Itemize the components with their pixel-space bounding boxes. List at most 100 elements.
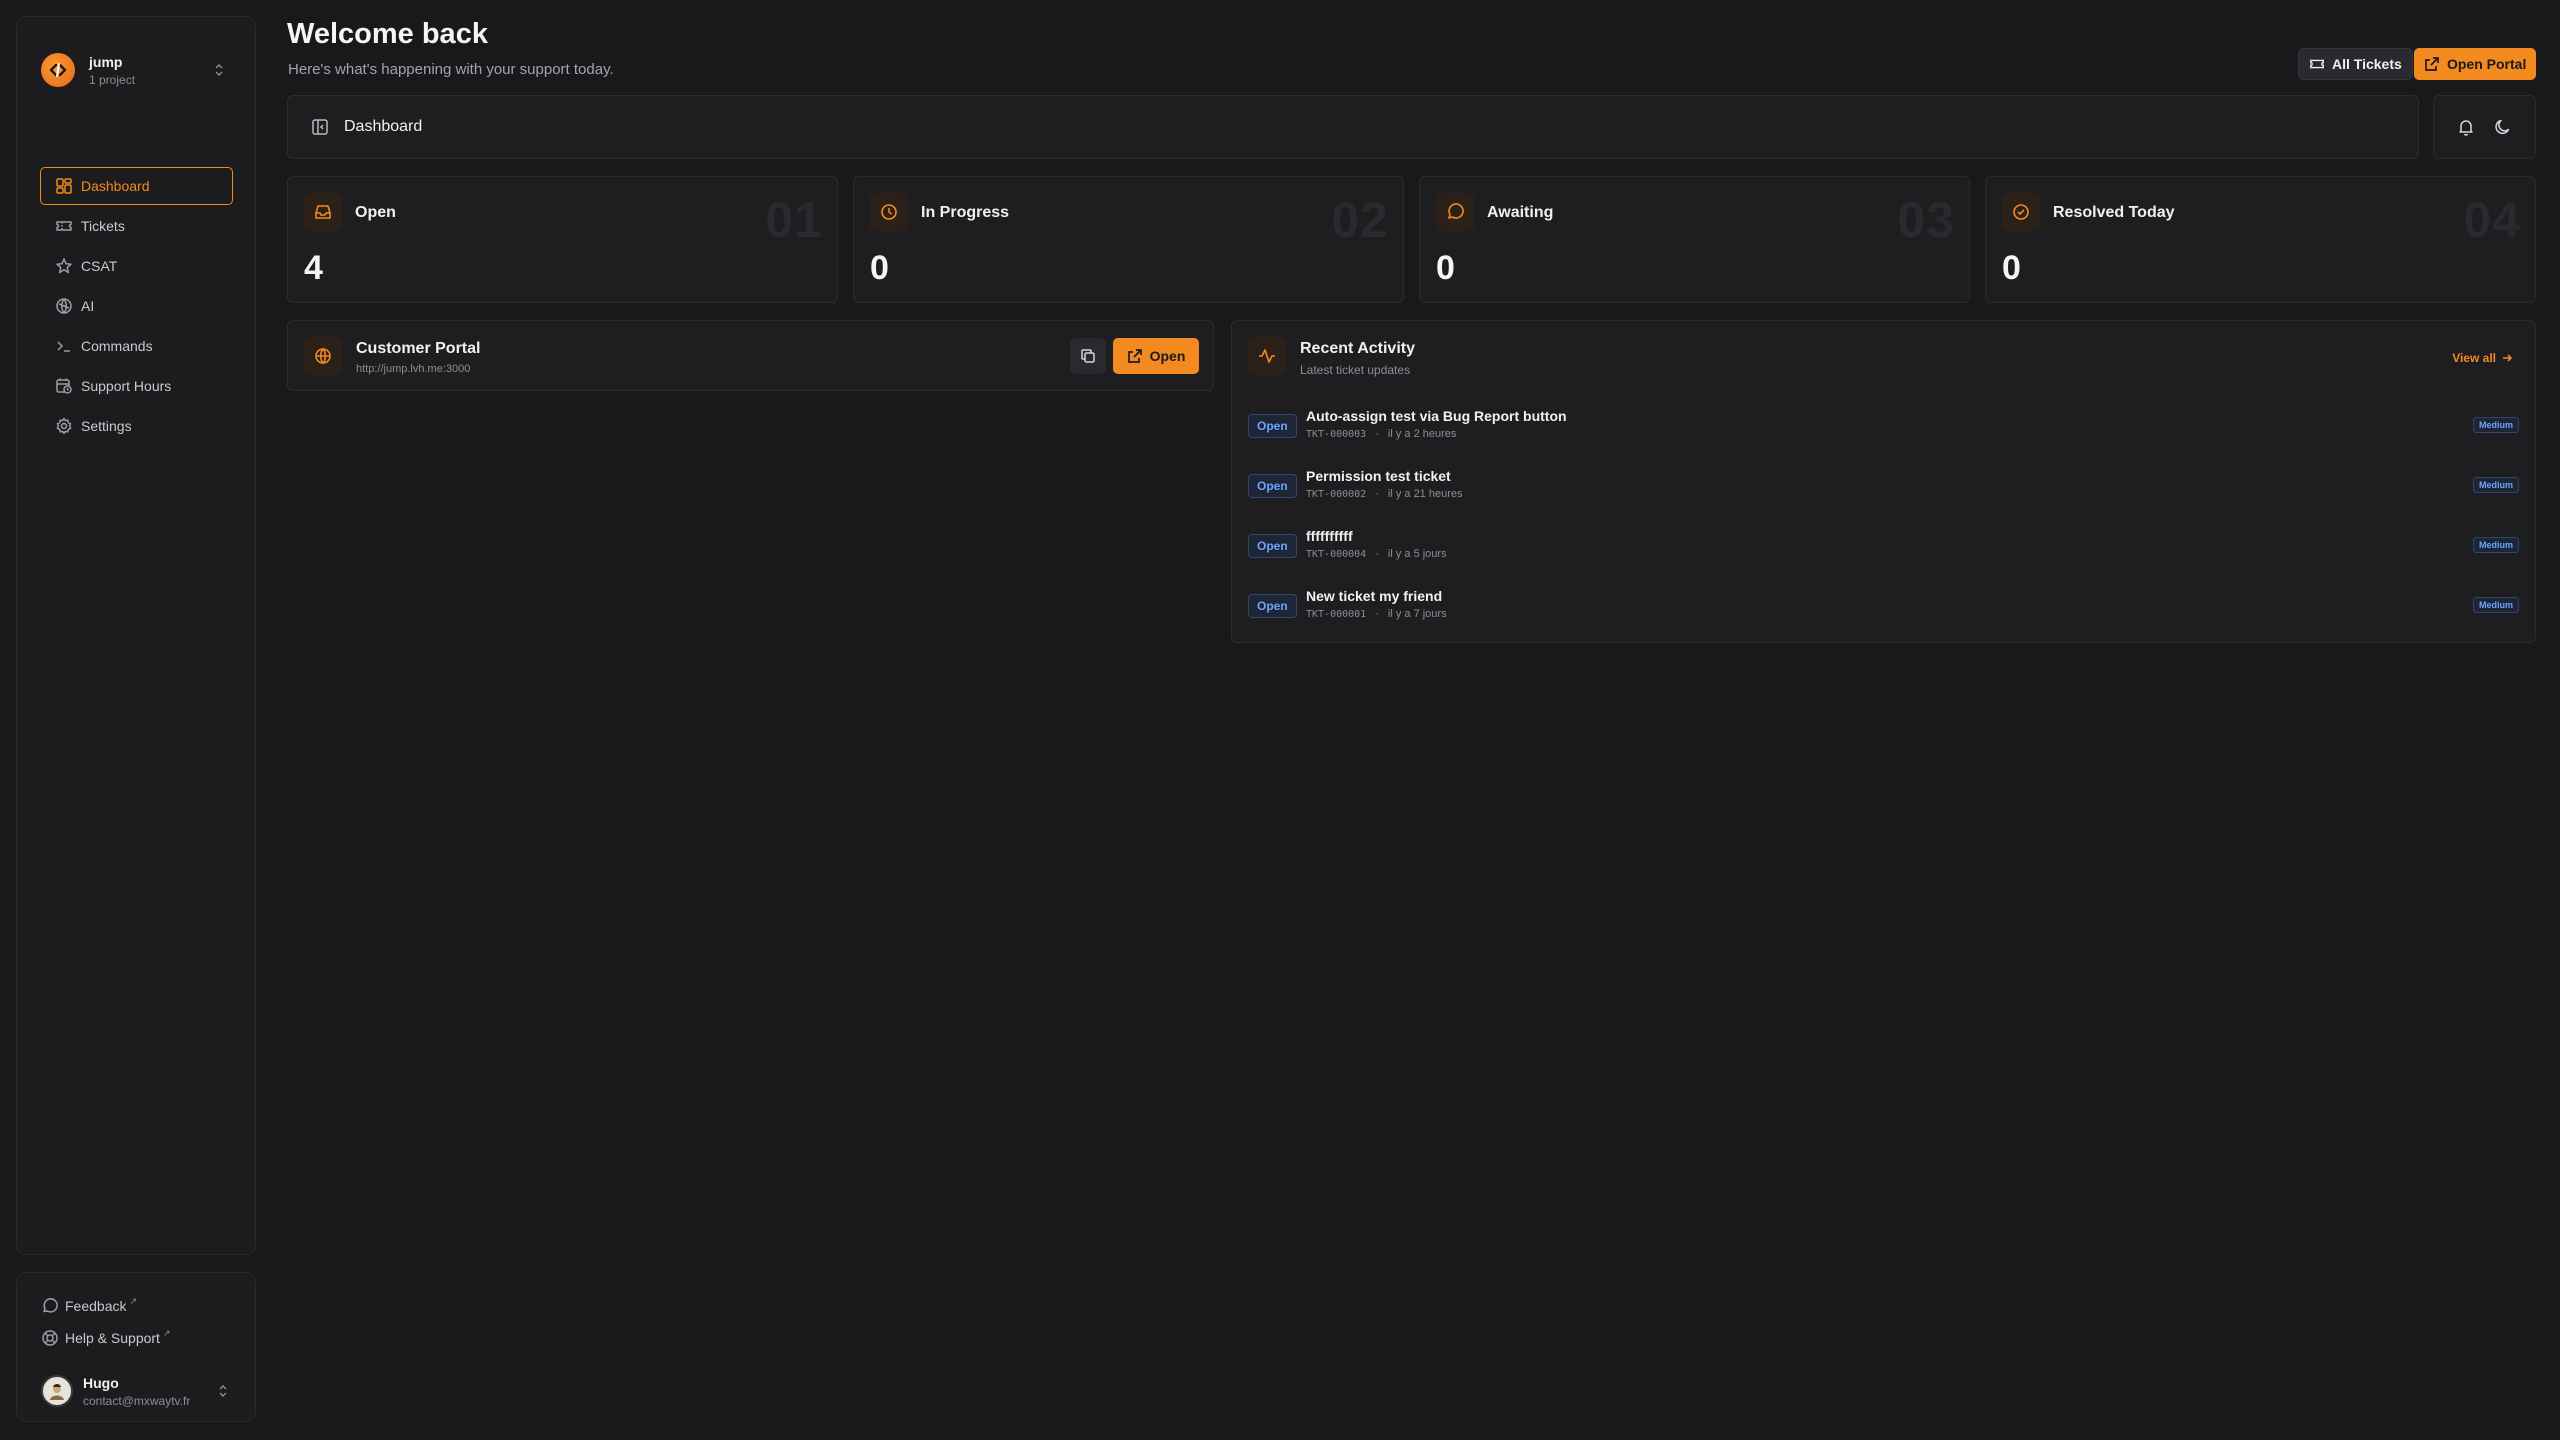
- feedback-link[interactable]: Feedback ↗: [41, 1295, 137, 1317]
- sidebar-item-label: Settings: [81, 418, 132, 434]
- list-item[interactable]: Open Permission test ticket TKT-000002 · i…: [1248, 464, 2519, 510]
- user-email: contact@mxwaytv.fr: [83, 1393, 191, 1408]
- chevrons-up-down-icon: [213, 63, 225, 77]
- sidebar-item-settings[interactable]: Settings: [40, 407, 233, 445]
- copy-url-button[interactable]: [1070, 338, 1106, 374]
- list-item[interactable]: Open Auto-assign test via Bug Report but…: [1248, 404, 2519, 450]
- stat-card-resolved-today[interactable]: Resolved Today 0 04: [1985, 176, 2536, 303]
- list-item[interactable]: Open New ticket my friend TKT-000001 · il …: [1248, 584, 2519, 630]
- sidebar-nav: Dashboard Tickets CSAT AI Commands Suppo…: [40, 167, 233, 447]
- ticket-code: TKT-000001: [1306, 608, 1367, 620]
- page-subtitle: Here's what's happening with your suppor…: [288, 61, 614, 78]
- sidebar-item-tickets[interactable]: Tickets: [40, 207, 233, 245]
- dashboard-icon: [55, 177, 73, 195]
- ticket-time: il y a 7 jours: [1387, 608, 1447, 620]
- inbox-icon: [304, 193, 342, 231]
- stat-card-awaiting[interactable]: Awaiting 0 03: [1419, 176, 1970, 303]
- ticket-icon: [55, 217, 73, 235]
- help-support-link[interactable]: Help & Support ↗: [41, 1327, 171, 1349]
- globe-icon: [304, 337, 342, 375]
- sidebar-item-ai[interactable]: AI: [40, 287, 233, 325]
- page-title: Welcome back: [287, 18, 488, 50]
- stat-value: 0: [1436, 249, 1455, 287]
- clock-icon: [870, 193, 908, 231]
- sidebar-item-commands[interactable]: Commands: [40, 327, 233, 365]
- breadcrumb-bar: Dashboard: [287, 95, 2419, 159]
- status-badge: Open: [1248, 414, 1297, 438]
- ticket-code: TKT-000004: [1306, 548, 1367, 560]
- external-link-icon: [1127, 348, 1143, 364]
- ticket-time: il y a 2 heures: [1387, 428, 1457, 440]
- user-menu[interactable]: Hugo contact@mxwaytv.fr: [41, 1369, 239, 1413]
- message-circle-icon: [41, 1297, 59, 1315]
- breadcrumb: Dashboard: [344, 118, 423, 135]
- priority-badge: Medium: [2472, 597, 2519, 613]
- sidebar-item-label: Dashboard: [81, 178, 150, 194]
- avatar: [41, 1375, 73, 1407]
- sidebar-footer: Feedback ↗ Help & Support ↗ Hugo contact…: [16, 1272, 256, 1422]
- activity-subtitle: Latest ticket updates: [1300, 363, 1411, 377]
- star-icon: [55, 257, 73, 275]
- ticket-time: il y a 21 heures: [1387, 488, 1463, 500]
- stat-label: Resolved Today: [2053, 204, 2175, 221]
- customer-portal-card: Customer Portal http://jump.lvh.me:3000 …: [287, 320, 1214, 391]
- topbar-actions: [2433, 95, 2536, 159]
- open-portal-card-button[interactable]: Open: [1113, 338, 1199, 374]
- help-support-label: Help & Support: [65, 1330, 160, 1346]
- chevrons-up-down-icon: [217, 1384, 229, 1398]
- portal-title: Customer Portal: [356, 340, 481, 357]
- stat-label: Open: [355, 204, 396, 221]
- ticket-meta: TKT-000004 · il y a 5 jours: [1306, 548, 1447, 560]
- sidebar-item-label: Tickets: [81, 218, 125, 234]
- gear-icon: [55, 417, 73, 435]
- lifebuoy-icon: [41, 1329, 59, 1347]
- external-link-icon: ↗: [129, 1295, 138, 1306]
- calendar-clock-icon: [55, 377, 73, 395]
- stat-card-in-progress[interactable]: In Progress 0 02: [853, 176, 1404, 303]
- all-tickets-button[interactable]: All Tickets: [2298, 48, 2413, 80]
- status-badge: Open: [1248, 534, 1297, 558]
- sidebar-item-dashboard[interactable]: Dashboard: [40, 167, 233, 205]
- view-all-link[interactable]: View all: [2452, 351, 2513, 365]
- ticket-title: Permission test ticket: [1306, 468, 1451, 484]
- ticket-title: New ticket my friend: [1306, 588, 1443, 604]
- view-all-label: View all: [2452, 351, 2496, 365]
- portal-url: http://jump.lvh.me:3000: [356, 363, 471, 375]
- sidebar-item-label: CSAT: [81, 258, 118, 274]
- open-label: Open: [1149, 348, 1186, 364]
- stat-index: 03: [1897, 192, 1955, 248]
- activity-title: Recent Activity: [1300, 340, 1415, 357]
- list-item[interactable]: Open ffffffffff TKT-000004 · il y a 5 jour…: [1248, 524, 2519, 570]
- ticket-code: TKT-000003: [1306, 428, 1367, 440]
- status-badge: Open: [1248, 594, 1297, 618]
- copy-icon: [1079, 347, 1097, 365]
- ticket-time: il y a 5 jours: [1387, 548, 1447, 560]
- project-count: 1 project: [89, 72, 136, 87]
- sidebar-toggle-icon[interactable]: [310, 117, 330, 137]
- arrow-right-icon: [2501, 352, 2513, 364]
- user-name: Hugo: [83, 1374, 119, 1391]
- ticket-meta: TKT-000003 · il y a 2 heures: [1306, 428, 1457, 440]
- check-circle-icon: [2002, 193, 2040, 231]
- ticket-icon: [2309, 56, 2325, 72]
- ticket-meta: TKT-000002 · il y a 21 heures: [1306, 488, 1463, 500]
- priority-badge: Medium: [2472, 537, 2519, 553]
- stat-label: Awaiting: [1487, 204, 1554, 221]
- stat-index: 02: [1331, 192, 1389, 248]
- project-name: jump: [89, 53, 123, 70]
- project-switcher[interactable]: jump 1 project: [41, 35, 239, 105]
- feedback-label: Feedback: [65, 1298, 127, 1314]
- status-badge: Open: [1248, 474, 1297, 498]
- ai-icon: [55, 297, 73, 315]
- stat-card-open[interactable]: Open 4 01: [287, 176, 838, 303]
- sidebar-item-label: Commands: [81, 338, 153, 354]
- sidebar-item-csat[interactable]: CSAT: [40, 247, 233, 285]
- bell-icon[interactable]: [2456, 117, 2476, 137]
- open-portal-button[interactable]: Open Portal: [2414, 48, 2537, 80]
- stat-value: 4: [304, 249, 323, 287]
- stat-value: 0: [870, 249, 889, 287]
- priority-badge: Medium: [2472, 417, 2519, 433]
- external-link-icon: ↗: [162, 1327, 171, 1338]
- moon-icon[interactable]: [2493, 117, 2513, 137]
- sidebar-item-support-hours[interactable]: Support Hours: [40, 367, 233, 405]
